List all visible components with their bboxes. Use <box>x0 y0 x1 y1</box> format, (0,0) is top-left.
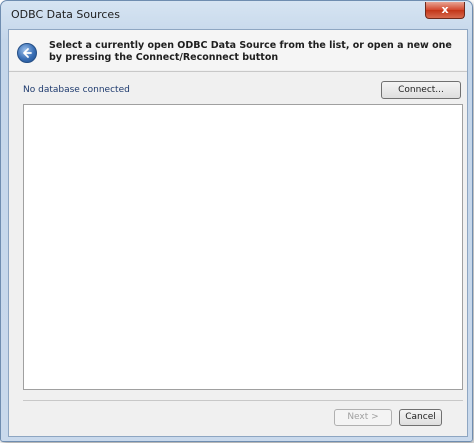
header-divider <box>9 71 467 72</box>
data-source-list[interactable] <box>23 104 463 390</box>
next-button[interactable]: Next > <box>334 409 392 426</box>
instruction-text: Select a currently open ODBC Data Source… <box>49 40 452 63</box>
title-bar[interactable]: ODBC Data Sources x <box>1 1 472 29</box>
footer-divider <box>23 400 463 401</box>
connect-button-label: Connect... <box>398 85 444 95</box>
odbc-data-sources-window: ODBC Data Sources x Select a currently o… <box>0 0 473 442</box>
back-arrow-icon <box>23 48 32 58</box>
window-title: ODBC Data Sources <box>11 8 120 21</box>
wizard-page: Select a currently open ODBC Data Source… <box>8 29 468 437</box>
close-icon: x <box>441 3 449 16</box>
connection-status: No database connected <box>23 85 130 95</box>
close-button[interactable]: x <box>425 2 465 19</box>
cancel-button[interactable]: Cancel <box>399 409 442 426</box>
connect-button[interactable]: Connect... <box>381 81 461 99</box>
wizard-header: Select a currently open ODBC Data Source… <box>9 30 467 70</box>
back-button[interactable] <box>17 43 37 63</box>
